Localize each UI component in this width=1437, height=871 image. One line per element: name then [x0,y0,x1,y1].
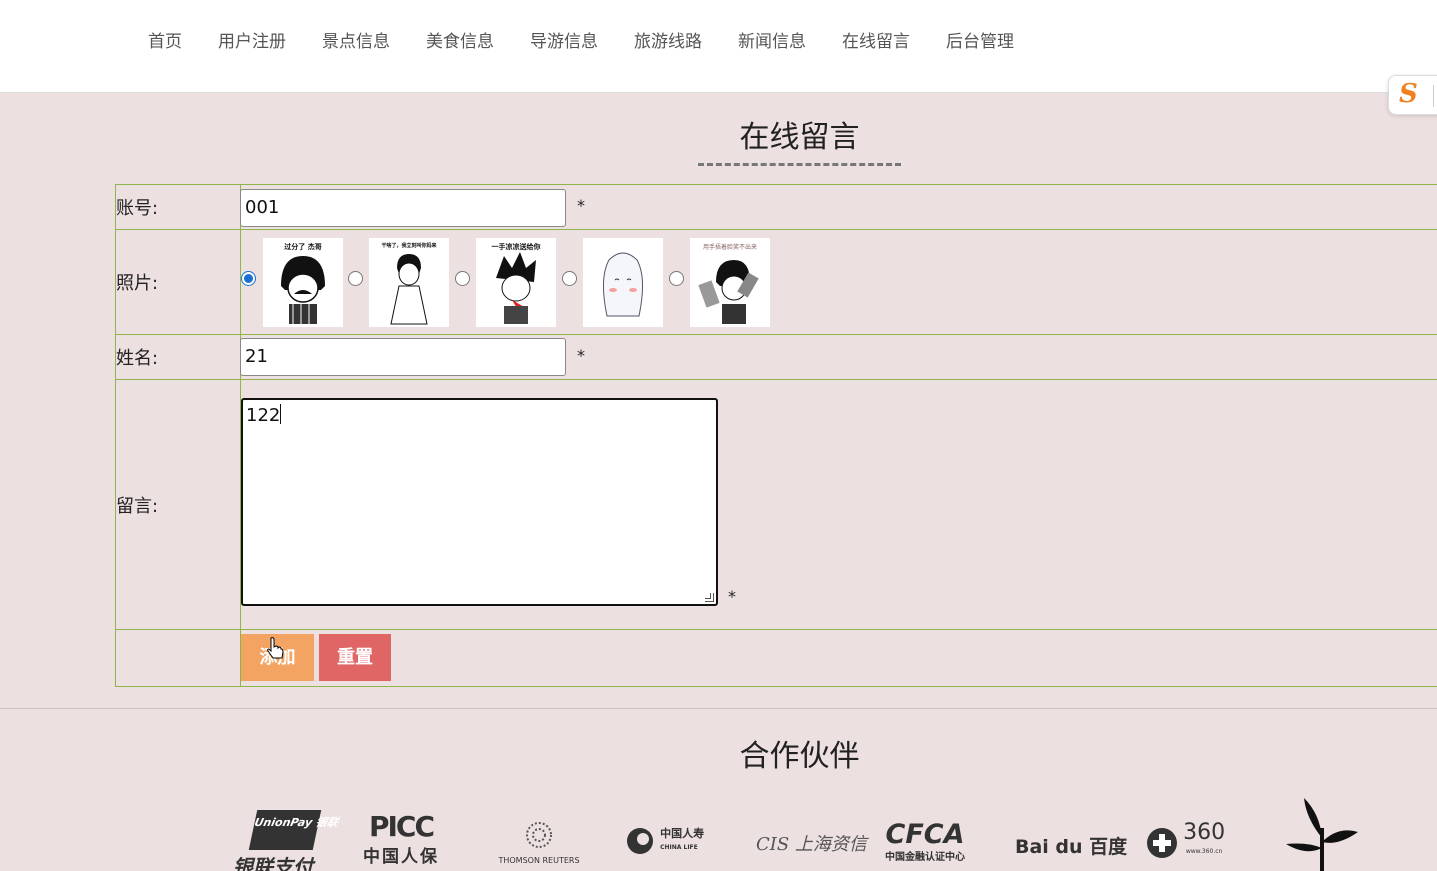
photo-thumb-5: 用手捂着脸笑不出来 [690,238,770,327]
message-text: 122 [246,405,281,426]
partners-title: 合作伙伴 [739,739,860,774]
nav-register[interactable]: 用户注册 [200,29,304,55]
unionpay-logo: UnionPay 银联 银联支付 [233,810,339,871]
nav-admin[interactable]: 后台管理 [928,29,1032,55]
required-mark: * [577,196,585,215]
hand-cursor-icon [267,637,284,659]
account-input[interactable]: 001 [240,189,566,227]
page-title: 在线留言 [739,120,860,155]
nav-food[interactable]: 美食信息 [408,29,512,55]
sogou-s-icon: S [1399,79,1418,109]
cfca-logo: CFCA 中国金融认证中心 [885,819,965,863]
nav-guides[interactable]: 导游信息 [512,29,616,55]
sogou-ime-badge[interactable]: S [1388,75,1437,115]
china-life-logo: 中国人寿 CHINA LIFE [625,826,704,856]
name-label: 姓名: [115,334,241,380]
main-nav: 首页 用户注册 景点信息 美食信息 导游信息 旅游线路 新闻信息 在线留言 后台… [130,29,1032,55]
resize-handle-icon[interactable] [705,593,714,602]
photo-radio-5[interactable] [669,271,684,286]
nav-attractions[interactable]: 景点信息 [304,29,408,55]
nav-home[interactable]: 首页 [130,29,200,55]
nav-message[interactable]: 在线留言 [824,29,928,55]
nav-routes[interactable]: 旅游线路 [616,29,720,55]
cis-logo: CIS 上海资信 [756,834,867,855]
reuters-dots-icon [526,822,552,848]
sprout-logo-icon [1286,798,1358,871]
required-mark: * [728,587,736,606]
account-label: 账号: [115,184,241,230]
photo-thumb-2: 干啥了，我立刻叫你妈来 [369,238,449,327]
baidu-logo: Bai du 百度 [1015,836,1128,858]
photo-label: 照片: [115,229,241,335]
top-nav-bar: 首页 用户注册 景点信息 美食信息 导游信息 旅游线路 新闻信息 在线留言 后台… [0,0,1437,93]
meme-facepalm-icon [698,260,759,324]
photo-thumb-3: 一手凉凉送给你 [476,238,556,327]
photo-radio-4[interactable] [562,271,577,286]
nav-news[interactable]: 新闻信息 [720,29,824,55]
photo-radio-3[interactable] [455,271,470,286]
china-life-icon [627,828,653,854]
360-plus-icon [1147,827,1177,858]
meme-bride-icon [390,254,428,325]
photo-thumb-1: 过分了 杰哥 [263,238,343,327]
meme-ghost-icon [603,252,643,317]
name-input[interactable]: 21 [240,338,566,376]
picc-logo: PICC 中国人保 [363,810,439,868]
title-underline [698,163,901,166]
required-mark: * [577,346,585,365]
photo-radio-1[interactable] [241,271,256,286]
photo-radio-2[interactable] [348,271,363,286]
thomson-reuters-logo: THOMSON REUTERS [493,820,585,865]
reset-button[interactable]: 重置 [319,634,391,681]
360-logo: 360 www.360.cn [1146,822,1225,859]
footer-divider [0,708,1437,709]
photo-thumb-4 [583,238,663,327]
message-textarea[interactable]: 122 [241,398,718,606]
message-label: 留言: [115,379,241,630]
